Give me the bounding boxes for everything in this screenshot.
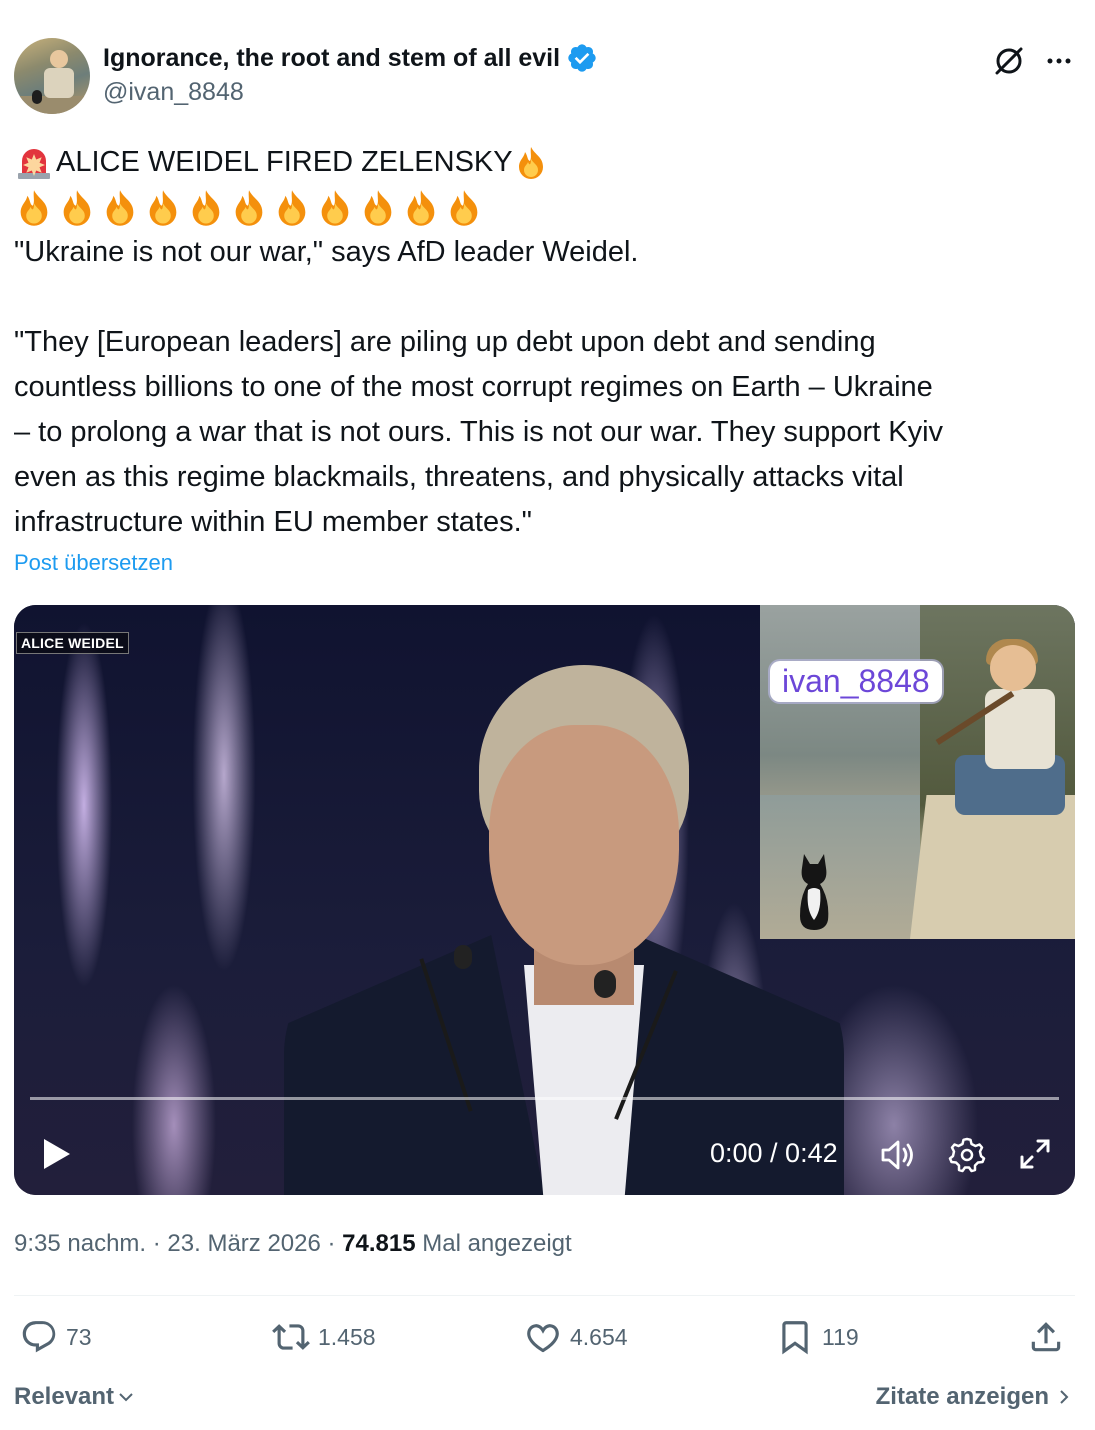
reply-button[interactable]: 73 [20, 1318, 92, 1356]
fire-emoji-icon [321, 190, 349, 227]
translate-post-link[interactable]: Post übersetzen [14, 550, 173, 576]
fire-emoji-icon [407, 190, 435, 227]
fire-emoji-icon [20, 190, 48, 227]
fire-emoji-icon [192, 190, 220, 227]
author-handle[interactable]: @ivan_8848 [103, 78, 244, 107]
fire-emoji-icon [63, 190, 91, 227]
fire-emoji-icon [235, 190, 263, 227]
bookmark-button[interactable]: 119 [776, 1318, 859, 1356]
speaker-face [489, 725, 679, 965]
post-headline: ALICE WEIDEL FIRED ZELENSKY [56, 146, 513, 178]
repost-count: 1.458 [318, 1323, 376, 1350]
share-icon [1031, 1322, 1061, 1352]
verified-badge-icon [568, 44, 596, 72]
repost-button[interactable]: 1.458 [272, 1318, 376, 1356]
post-header: Ignorance, the root and stem of all evil… [14, 38, 1080, 114]
chevron-right-icon [1060, 1390, 1069, 1404]
video-player[interactable]: ALICE WEIDEL ivan_8848 0:00 / 0:42 [14, 605, 1075, 1195]
divider [14, 1295, 1075, 1296]
heart-icon [527, 1324, 559, 1353]
volume-muted-icon[interactable] [878, 1135, 918, 1175]
reply-icon [22, 1321, 56, 1353]
post-date[interactable]: 23. März 2026 [167, 1230, 320, 1257]
siren-emoji-icon [18, 149, 50, 180]
video-watermark-inset: ivan_8848 [760, 605, 1075, 939]
like-button[interactable]: 4.654 [524, 1318, 628, 1356]
like-count: 4.654 [570, 1323, 628, 1350]
action-bar: 73 1.458 4.654 119 [14, 1318, 1075, 1362]
post-text: ALICE WEIDEL FIRED ZELENSKY "Ukraine is … [14, 140, 1074, 545]
separator: · [146, 1230, 168, 1257]
fire-emoji-icon [518, 147, 543, 180]
separator: · [320, 1230, 343, 1257]
microphone-head [454, 945, 472, 969]
repost-icon [272, 1324, 310, 1350]
avatar[interactable] [14, 38, 90, 114]
share-button[interactable] [1027, 1318, 1065, 1356]
view-quotes-label: Zitate anzeigen [875, 1383, 1049, 1410]
sort-replies-dropdown[interactable]: Relevant [14, 1383, 136, 1411]
watermark-handle: ivan_8848 [770, 661, 942, 702]
bookmark-icon [782, 1321, 808, 1355]
video-name-label: ALICE WEIDEL [16, 632, 129, 654]
fire-emoji-row [14, 185, 1074, 230]
display-name-text[interactable]: Ignorance, the root and stem of all evil [103, 44, 560, 73]
fullscreen-icon[interactable] [1016, 1135, 1054, 1173]
settings-gear-icon[interactable] [948, 1135, 986, 1173]
video-progress-bar[interactable] [30, 1097, 1059, 1100]
reply-count: 73 [66, 1323, 92, 1350]
view-quotes-link[interactable]: Zitate anzeigen [876, 1383, 1073, 1411]
fire-emoji-icon [450, 190, 478, 227]
post-line: countless billions to one of the most co… [14, 371, 933, 403]
fire-emoji-icon [149, 190, 177, 227]
sort-label: Relevant [14, 1383, 115, 1410]
microphone-head [594, 970, 616, 998]
display-name[interactable]: Ignorance, the root and stem of all evil [103, 42, 598, 74]
post-metadata: 9:35 nachm. · 23. März 2026 · 74.815 Mal… [14, 1230, 572, 1258]
fire-emoji-icon [278, 190, 306, 227]
post-line: "They [European leaders] are piling up d… [14, 326, 876, 358]
post-line: – to prolong a war that is not ours. Thi… [14, 416, 944, 448]
video-time: 0:00 / 0:42 [710, 1138, 838, 1168]
post-headline-line: ALICE WEIDEL FIRED ZELENSKY [14, 140, 1074, 185]
play-icon[interactable] [40, 1137, 74, 1171]
post-time[interactable]: 9:35 nachm. [14, 1230, 146, 1257]
cat-image [800, 854, 829, 930]
more-options-icon[interactable] [1041, 43, 1077, 79]
post-line: even as this regime blackmails, threaten… [14, 461, 904, 493]
bookmark-count: 119 [822, 1323, 859, 1350]
post-line: "Ukraine is not our war," says AfD leade… [14, 236, 639, 268]
post-line: infrastructure within EU member states." [14, 506, 532, 538]
fire-emoji-icon [364, 190, 392, 227]
views-label: Mal angezeigt [415, 1230, 572, 1257]
grok-icon[interactable] [991, 43, 1027, 79]
chevron-down-icon [119, 1393, 133, 1402]
fire-emoji-icon [106, 190, 134, 227]
view-count: 74.815 [342, 1230, 416, 1257]
